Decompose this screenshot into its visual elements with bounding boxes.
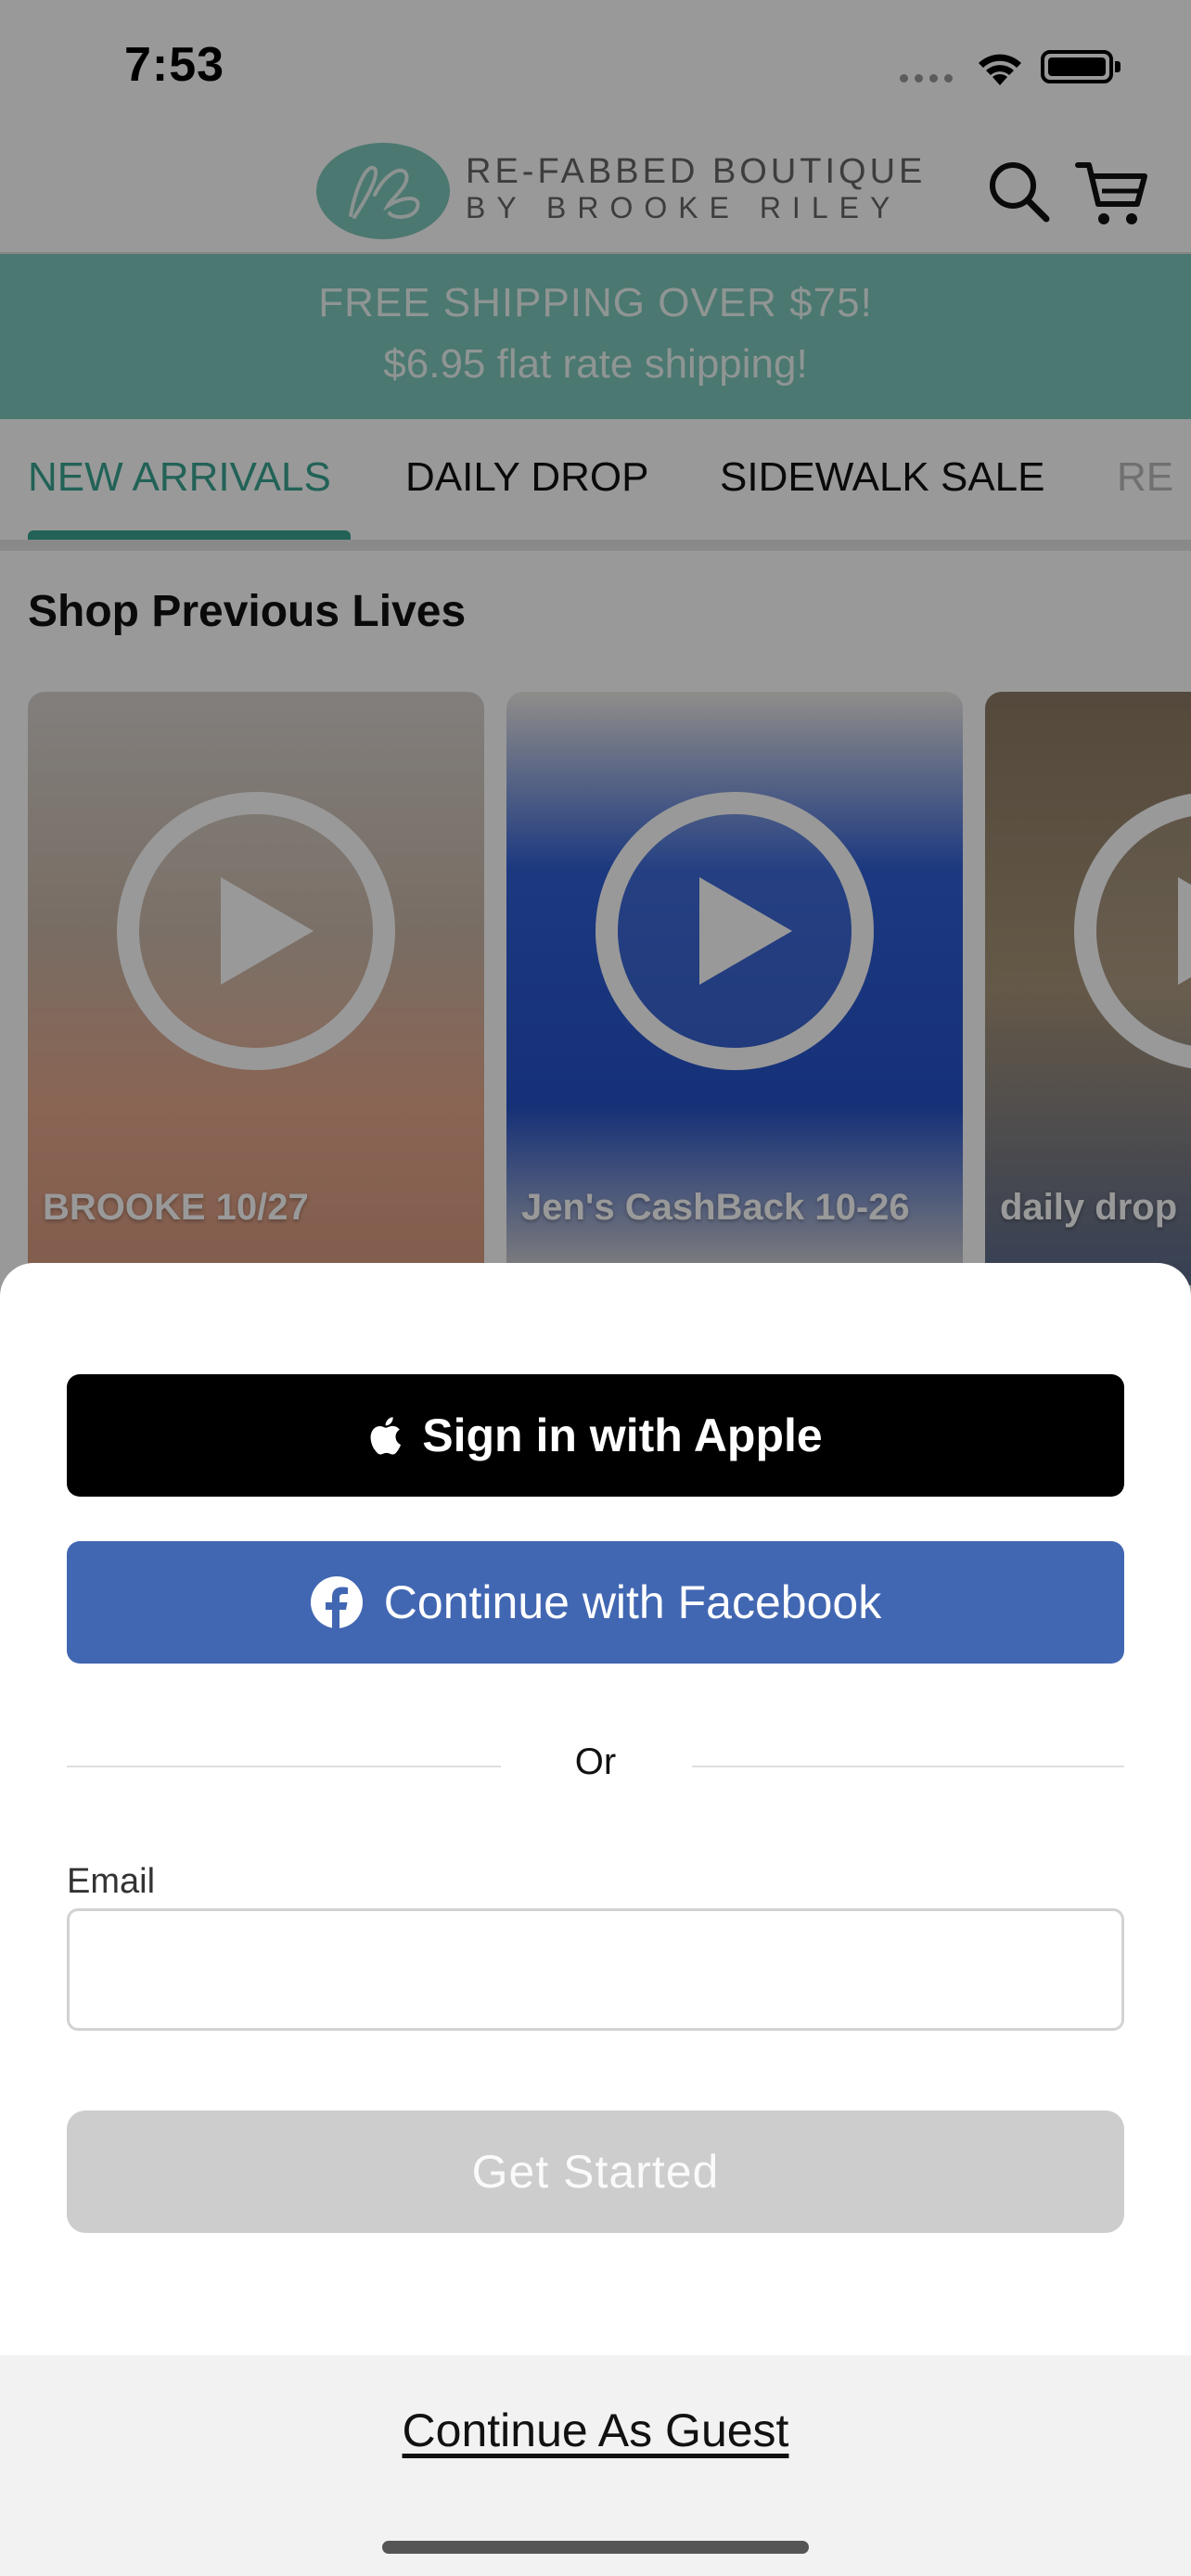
sign-in-sheet: Sign in with Apple Continue with Faceboo… (0, 1263, 1191, 2576)
sign-in-with-apple-button[interactable]: Sign in with Apple (67, 1374, 1124, 1497)
facebook-button-label: Continue with Facebook (383, 1576, 882, 1628)
facebook-icon (310, 1576, 363, 1629)
or-separator: Or (574, 1741, 617, 1782)
get-started-button[interactable]: Get Started (67, 2111, 1124, 2233)
email-field[interactable] (67, 1908, 1124, 2031)
continue-as-guest-link[interactable]: Continue As Guest (0, 2404, 1191, 2457)
screen: 7:53 RE-FABBED BOUTIQUE BY BROOKE RILEY (0, 0, 1191, 2576)
get-started-label: Get Started (471, 2146, 720, 2198)
home-indicator[interactable] (382, 2541, 809, 2554)
apple-button-label: Sign in with Apple (422, 1409, 823, 1461)
apple-icon (370, 1417, 402, 1455)
continue-with-facebook-button[interactable]: Continue with Facebook (67, 1541, 1124, 1664)
divider-right (692, 1766, 1124, 1767)
email-label: Email (67, 1862, 156, 1901)
